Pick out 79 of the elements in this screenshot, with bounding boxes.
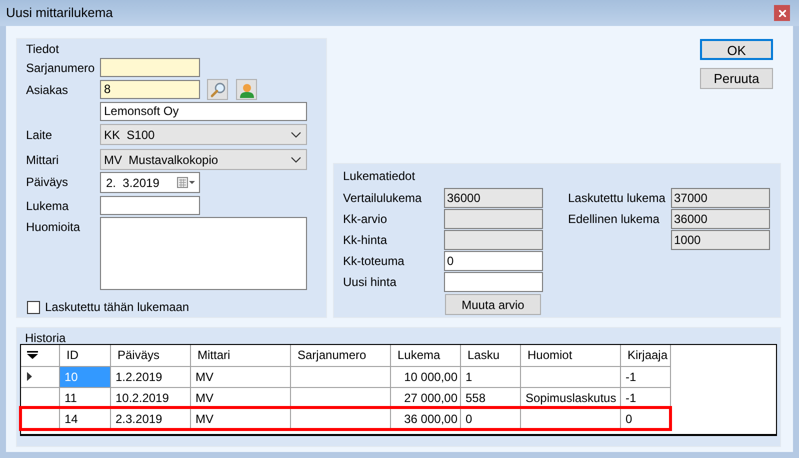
- customer-button[interactable]: [236, 79, 257, 100]
- input-field[interactable]: Lemonsoft Oy: [100, 102, 307, 121]
- input-field[interactable]: [100, 196, 200, 215]
- table-cell: 0: [460, 408, 520, 429]
- person-icon: [238, 82, 254, 98]
- column-header[interactable]: Sarjanumero: [290, 345, 390, 366]
- table-cell: 1: [460, 366, 520, 387]
- row-header-cell[interactable]: [21, 366, 59, 387]
- table-cell: -1: [620, 366, 670, 387]
- table-cell: 1.2.2019: [110, 366, 190, 387]
- field-label: Huomioita: [26, 220, 80, 234]
- input-field: 36000: [444, 188, 543, 208]
- column-header[interactable]: Huomiot: [520, 345, 620, 366]
- table-cell: 10: [59, 366, 110, 387]
- input-field: 1000: [671, 230, 770, 250]
- current-row-icon: [27, 372, 32, 381]
- field-label: Kk-hinta: [343, 232, 388, 246]
- column-header[interactable]: Kirjaaja: [620, 345, 670, 366]
- group-title: Tiedot: [26, 41, 60, 57]
- table-cell: -1: [620, 387, 670, 408]
- ok-button[interactable]: OK: [700, 39, 773, 60]
- chevron-icon: [291, 132, 301, 138]
- table-cell: 36 000,00: [390, 408, 460, 429]
- column-header[interactable]: Lukema: [390, 345, 460, 366]
- group-title: Historia: [24, 330, 67, 344]
- field-label: Laite: [26, 128, 52, 142]
- field-label: Lukema: [26, 199, 69, 213]
- input-field: 36000: [671, 208, 770, 228]
- field-label: Laskutettu lukema: [568, 190, 666, 204]
- table-cell: 2.3.2019: [110, 408, 190, 429]
- table-cell: 10 000,00: [390, 366, 460, 387]
- table-cell: 14: [59, 408, 110, 429]
- field-label: Mittari: [26, 153, 59, 167]
- cancel-button[interactable]: Peruuta: [700, 68, 773, 89]
- column-header[interactable]: Mittari: [190, 345, 290, 366]
- chevron-icon: [291, 156, 301, 162]
- field-label: Sarjanumero: [26, 61, 95, 75]
- table-cell: 558: [460, 387, 520, 408]
- field-label: Kk-toteuma: [343, 254, 404, 268]
- input-field[interactable]: 8: [100, 80, 200, 99]
- table-cell: 11: [59, 387, 110, 408]
- dropdown[interactable]: KK S100: [100, 124, 307, 145]
- table-row[interactable]: 14 2.3.2019 MV 36 000,00 0 0: [21, 408, 670, 429]
- calendar-icon: [177, 176, 196, 188]
- search-icon: [210, 82, 226, 98]
- field-label: Uusi hinta: [343, 274, 396, 288]
- search-button[interactable]: [207, 79, 228, 100]
- column-header[interactable]: Päiväys: [110, 345, 190, 366]
- table-cell: 0: [620, 408, 670, 429]
- date-picker[interactable]: 2. 3.2019: [100, 172, 200, 193]
- field-label: Kk-arvio: [343, 212, 388, 226]
- field-label: Edellinen lukema: [568, 212, 660, 226]
- sort-icon: [27, 351, 38, 360]
- column-header[interactable]: ID: [59, 345, 110, 366]
- table-cell: Sopimuslaskutus: [520, 387, 620, 408]
- table-cell: MV: [190, 366, 290, 387]
- table-row[interactable]: 11 10.2.2019 MV 27 000,00 558 Sopimuslaskutus -1: [21, 387, 670, 408]
- field-label: Asiakas: [26, 83, 68, 97]
- checkbox-label: Laskutettu tähän lukemaan: [45, 299, 190, 316]
- input-field: 37000: [671, 188, 770, 208]
- table-row[interactable]: 10 1.2.2019 MV 10 000,00 1 -1: [21, 366, 670, 387]
- group-title: Lukematiedot: [343, 168, 416, 185]
- close-icon: [778, 10, 786, 16]
- table-cell: 10.2.2019: [110, 387, 190, 408]
- field-label: Vertailulukema: [343, 190, 422, 204]
- table-cell: MV: [190, 408, 290, 429]
- window-title: Uusi mittarilukema: [6, 4, 113, 22]
- input-field[interactable]: [444, 272, 543, 292]
- input-field[interactable]: [100, 58, 200, 77]
- text-area[interactable]: [100, 217, 307, 290]
- column-header[interactable]: Lasku: [460, 345, 520, 366]
- checkbox[interactable]: [27, 300, 40, 314]
- field-label: Päiväys: [26, 175, 68, 189]
- table-cell: MV: [190, 387, 290, 408]
- change-estimate-button[interactable]: Muuta arvio: [445, 294, 541, 315]
- close-button[interactable]: [774, 5, 790, 21]
- input-field[interactable]: 0: [444, 250, 543, 270]
- dropdown[interactable]: MV Mustavalkokopio: [100, 149, 307, 170]
- table-cell: 27 000,00: [390, 387, 460, 408]
